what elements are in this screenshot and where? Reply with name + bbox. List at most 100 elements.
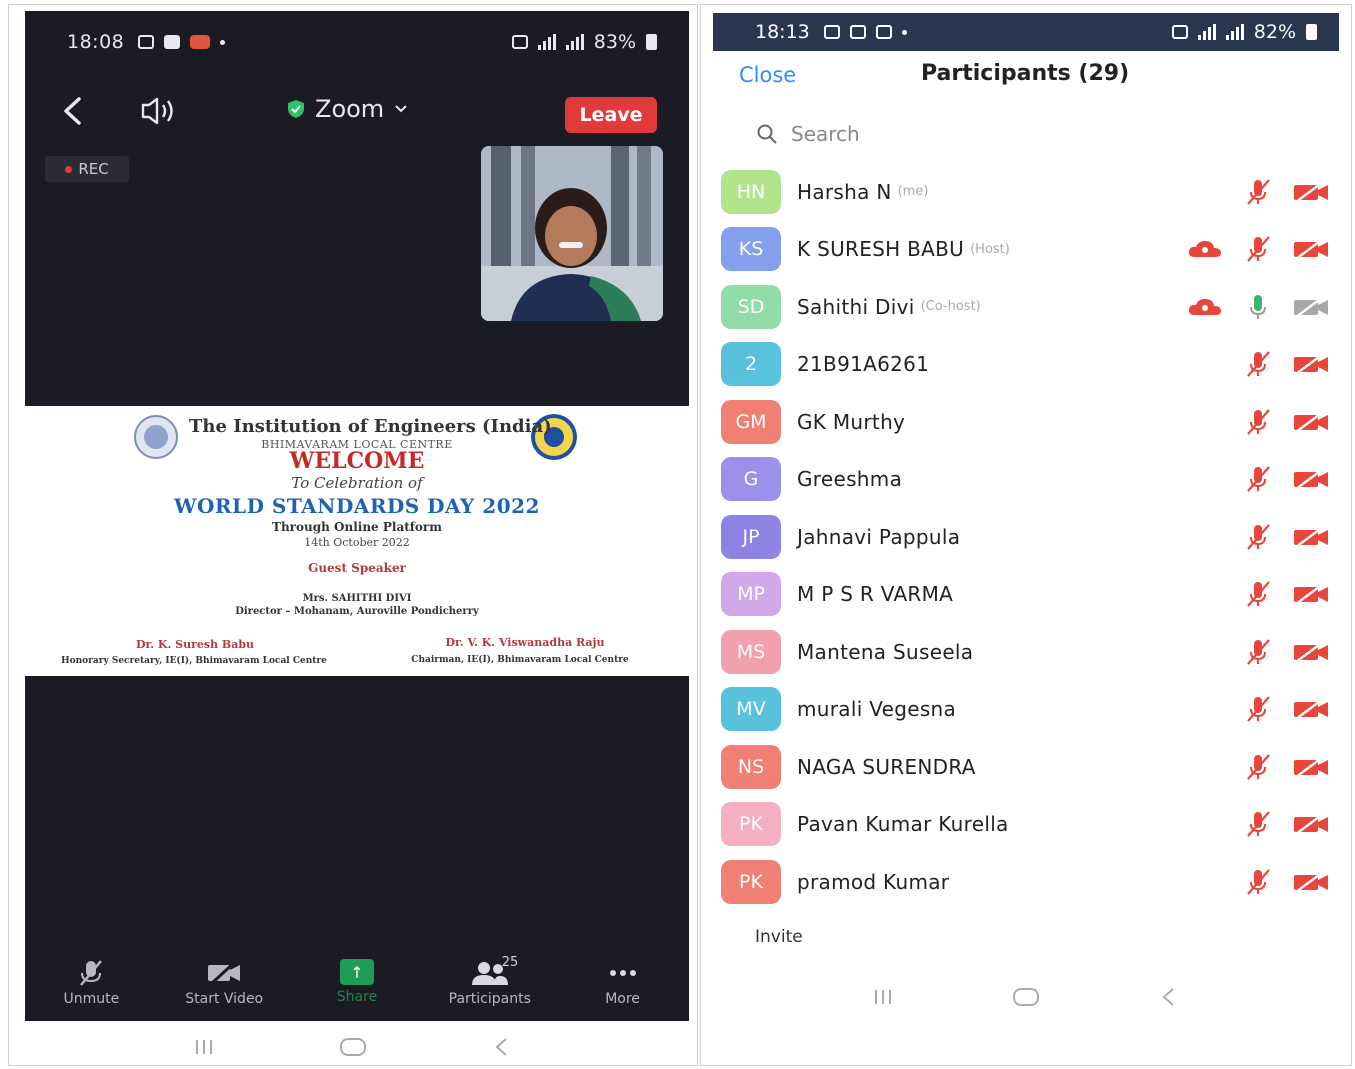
meeting-controls: Unmute Start Video ↑ Share 25 Participan… [25, 955, 689, 1021]
participant-row[interactable]: GM GK Murthy [721, 393, 1341, 451]
video-off-icon [1294, 698, 1328, 721]
participant-row[interactable]: PK pramod Kumar [721, 853, 1341, 911]
home-icon[interactable] [338, 1036, 368, 1058]
participant-row[interactable]: MV murali Vegesna [721, 681, 1341, 739]
more-label: More [605, 991, 640, 1007]
signal-icon [537, 34, 556, 50]
video-off-icon [1294, 353, 1328, 376]
status-system-icons: 83% [511, 31, 657, 53]
participant-status-icons [1243, 451, 1329, 509]
alarm-icon [511, 35, 528, 49]
meeting-title-dropdown[interactable]: Zoom [287, 95, 408, 123]
more-button[interactable]: More [563, 959, 683, 1007]
meeting-phone-screen: 18:08 83% Zoom Leave REC The Institution… [8, 4, 698, 1066]
start-video-button[interactable]: Start Video [164, 959, 284, 1007]
mic-muted-icon [1247, 869, 1270, 895]
participant-avatar: 2 [721, 342, 781, 387]
share-arrow-icon: ↑ [339, 959, 374, 985]
back-icon[interactable] [55, 93, 91, 129]
notification-icon [823, 25, 840, 39]
speaker-icon[interactable] [139, 93, 183, 129]
nav-back-icon[interactable] [1154, 986, 1184, 1008]
participant-row[interactable]: NS NAGA SURENDRA [721, 738, 1341, 796]
mic-muted-icon [1247, 696, 1270, 722]
participant-name: NAGA SURENDRA [797, 754, 976, 779]
meeting-topbar: Zoom Leave [25, 81, 689, 141]
android-nav-bar [701, 977, 1351, 1017]
video-off-icon [1294, 410, 1328, 433]
participants-button[interactable]: 25 Participants [430, 955, 550, 1007]
participant-status-icons [1243, 796, 1329, 854]
unmute-button[interactable]: Unmute [31, 959, 151, 1007]
mic-muted-icon [1247, 524, 1270, 550]
participant-row[interactable]: G Greeshma [721, 451, 1341, 509]
participant-status-icons [1243, 508, 1329, 566]
meeting-view: 18:08 83% Zoom Leave REC The Institution… [25, 11, 689, 1021]
search-input[interactable]: Search [741, 113, 1301, 155]
participant-name: GK Murthy [797, 409, 906, 434]
slide-guest-heading: Guest Speaker [308, 561, 406, 575]
signal-icon [1225, 24, 1244, 40]
participant-name: Pavan Kumar Kurella [797, 812, 1009, 837]
participant-name: Sahithi Divi [797, 294, 915, 319]
participant-avatar: HN [721, 169, 781, 214]
video-thumbnail[interactable] [481, 146, 663, 321]
slide-signatory-right-name: Dr. V. K. Viswanadha Raju [445, 636, 605, 649]
participant-row[interactable]: SD Sahithi Divi (Co-host) [721, 278, 1341, 336]
slide-signatory-right-role: Chairman, IE(I), Bhimavaram Local Centre [411, 655, 629, 665]
status-time: 18:13 [755, 21, 810, 43]
participant-avatar: MV [721, 687, 781, 732]
recent-apps-icon[interactable] [189, 1037, 219, 1057]
mic-on-icon [1250, 294, 1266, 319]
participant-name: murali Vegesna [797, 697, 957, 722]
participant-row[interactable]: KS K SURESH BABU (Host) [721, 221, 1341, 279]
participant-row[interactable]: MS Mantena Suseela [721, 623, 1341, 681]
recording-dot-icon [65, 165, 73, 173]
participant-row[interactable]: MP M P S R VARMA [721, 566, 1341, 624]
nav-back-icon[interactable] [487, 1036, 517, 1058]
video-off-icon [1294, 468, 1328, 491]
video-off-icon [1294, 755, 1328, 778]
video-off-icon [1294, 640, 1328, 663]
participant-video-image [481, 146, 663, 321]
participant-status-icons [1187, 278, 1329, 336]
participants-list: HN Harsha N (me) KS K SURESH BABU (Host) SD Sah… [721, 163, 1341, 911]
share-button[interactable]: ↑ Share [297, 959, 417, 1005]
notification-icon [190, 35, 211, 49]
participant-status-icons [1243, 163, 1329, 221]
participant-row[interactable]: HN Harsha N (me) [721, 163, 1341, 221]
recent-apps-icon[interactable] [868, 987, 898, 1007]
status-notification-icons [823, 25, 907, 39]
battery-percent: 82% [1253, 21, 1296, 43]
mic-muted-icon [80, 960, 103, 986]
participant-row[interactable]: PK Pavan Kumar Kurella [721, 796, 1341, 854]
participant-row[interactable]: JP Jahnavi Pappula [721, 508, 1341, 566]
participant-status-icons [1243, 853, 1329, 911]
leave-button[interactable]: Leave [565, 97, 657, 133]
notification-icon [849, 25, 866, 39]
notification-icon [138, 35, 155, 49]
slide-designation: Director – Mohanam, Auroville Pondicherr… [235, 606, 479, 617]
mic-muted-icon [1247, 351, 1270, 377]
participants-count-badge: 25 [501, 955, 519, 970]
close-button[interactable]: Close [739, 63, 796, 87]
participant-name: Greeshma [797, 467, 903, 492]
participant-name: M P S R VARMA [797, 582, 954, 607]
video-off-icon [1294, 813, 1328, 836]
participant-avatar: MS [721, 629, 781, 674]
video-off-icon [208, 959, 241, 987]
video-off-icon [1294, 583, 1328, 606]
battery-icon [1306, 24, 1317, 40]
participants-phone-screen: 18:13 82% Close Participants (29) Search… [700, 4, 1352, 1066]
home-icon[interactable] [1011, 986, 1041, 1008]
participant-status-icons [1243, 623, 1329, 681]
slide-speaker: Mrs. SAHITHI DIVI [302, 593, 412, 604]
participant-role-tag: (Co-host) [920, 299, 981, 315]
cloud-recording-icon [1188, 298, 1221, 315]
participant-row[interactable]: 2 21B91A6261 [721, 336, 1341, 394]
video-off-icon [1294, 180, 1328, 203]
participant-avatar: G [721, 457, 781, 502]
status-time: 18:08 [67, 31, 125, 53]
invite-button[interactable]: Invite [755, 927, 803, 947]
participant-name: Harsha N [797, 179, 892, 204]
